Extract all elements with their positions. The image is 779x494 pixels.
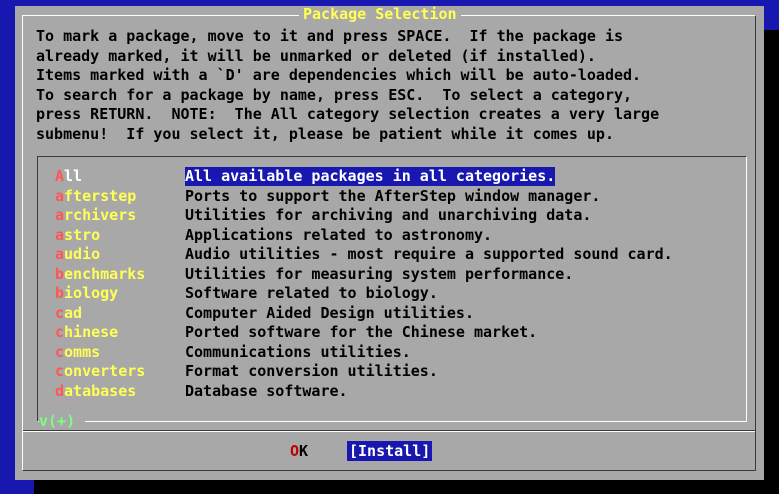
category-description: Computer Aided Design utilities. — [185, 303, 474, 322]
category-item-databases[interactable]: databases Database software. — [55, 382, 348, 401]
category-hotkey: A — [55, 167, 65, 185]
category-hotkey: a — [55, 225, 65, 244]
category-name: onverters — [64, 362, 146, 380]
category-description: Format conversion utilities. — [185, 362, 438, 380]
category-hotkey: c — [55, 303, 65, 322]
category-item-all[interactable]: All All available packages in all categor… — [55, 167, 556, 186]
category-item-afterstep[interactable]: afterstep Ports to support the AfterStep … — [55, 187, 600, 206]
category-hotkey: a — [55, 206, 65, 224]
instruction-line: already marked, it will be unmarked or d… — [36, 46, 596, 65]
category-description: Software related to biology. — [185, 284, 438, 302]
instruction-line: To mark a package, move to it and press … — [36, 27, 623, 45]
category-name: enchmarks — [64, 264, 146, 283]
category-description: Audio utilities - most require a support… — [185, 245, 673, 263]
category-item-cad[interactable]: cad Computer Aided Design utilities. — [55, 304, 474, 323]
ok-button[interactable]: OK — [288, 441, 310, 461]
instruction-line: submenu! If you select it, please be pat… — [36, 124, 614, 143]
dialog-title: Package Selection — [299, 6, 461, 23]
category-name: rchivers — [64, 206, 137, 224]
category-item-converters[interactable]: converters Format conversion utilities. — [55, 362, 438, 381]
category-item-archivers[interactable]: archivers Utilities for archiving and una… — [55, 206, 591, 225]
category-hotkey: a — [55, 245, 65, 263]
category-item-benchmarks[interactable]: benchmarks Utilities for measuring system… — [55, 265, 573, 284]
ok-hotkey: O — [290, 442, 300, 460]
button-divider — [23, 430, 755, 432]
category-description: Communications utilities. — [185, 342, 411, 361]
category-name: ll — [64, 167, 83, 185]
install-button[interactable]: [Install] — [347, 441, 433, 461]
instruction-line: press RETURN. NOTE: The All category sel… — [36, 105, 660, 123]
category-description: Utilities for measuring system performan… — [185, 264, 574, 283]
category-description: All available packages in all categories… — [185, 167, 556, 186]
category-hotkey: c — [55, 323, 65, 341]
category-name: omms — [64, 342, 101, 361]
category-item-audio[interactable]: audio Audio utilities - most require a su… — [55, 245, 673, 264]
category-item-comms[interactable]: comms Communications utilities. — [55, 343, 411, 362]
instructions-text: To mark a package, move to it and press … — [36, 27, 659, 144]
category-hotkey: c — [55, 342, 65, 361]
category-hotkey: b — [55, 264, 65, 283]
category-description: Applications related to astronomy. — [185, 225, 493, 244]
package-selection-dialog: Package Selection To mark a package, mov… — [15, 6, 764, 480]
category-description: Database software. — [185, 381, 348, 400]
instruction-line: To search for a package by name, press E… — [36, 85, 633, 104]
category-name: atabases — [64, 381, 137, 400]
ok-label: K — [299, 442, 309, 460]
instruction-line: Items marked with a `D' are dependencies… — [36, 66, 642, 84]
category-item-chinese[interactable]: chinese Ported software for the Chinese m… — [55, 323, 537, 342]
category-description: Ported software for the Chinese market. — [185, 323, 538, 341]
category-hotkey: d — [55, 381, 65, 400]
category-name: stro — [64, 225, 101, 244]
category-item-biology[interactable]: biology Software related to biology. — [55, 284, 438, 303]
category-description: Utilities for archiving and unarchiving … — [185, 206, 592, 224]
category-name: udio — [64, 245, 101, 263]
category-hotkey: c — [55, 362, 65, 380]
category-name: ad — [64, 303, 83, 322]
category-description: Ports to support the AfterStep window ma… — [185, 186, 601, 205]
category-name: hinese — [64, 323, 119, 341]
category-hotkey: b — [55, 284, 65, 302]
category-name: iology — [64, 284, 119, 302]
scroll-more-indicator[interactable]: v(+) — [39, 411, 85, 431]
category-list[interactable]: All All available packages in all categor… — [37, 156, 747, 422]
category-item-astro[interactable]: astro Applications related to astronomy. — [55, 226, 492, 245]
category-hotkey: a — [55, 186, 65, 205]
category-name: fterstep — [64, 186, 137, 205]
